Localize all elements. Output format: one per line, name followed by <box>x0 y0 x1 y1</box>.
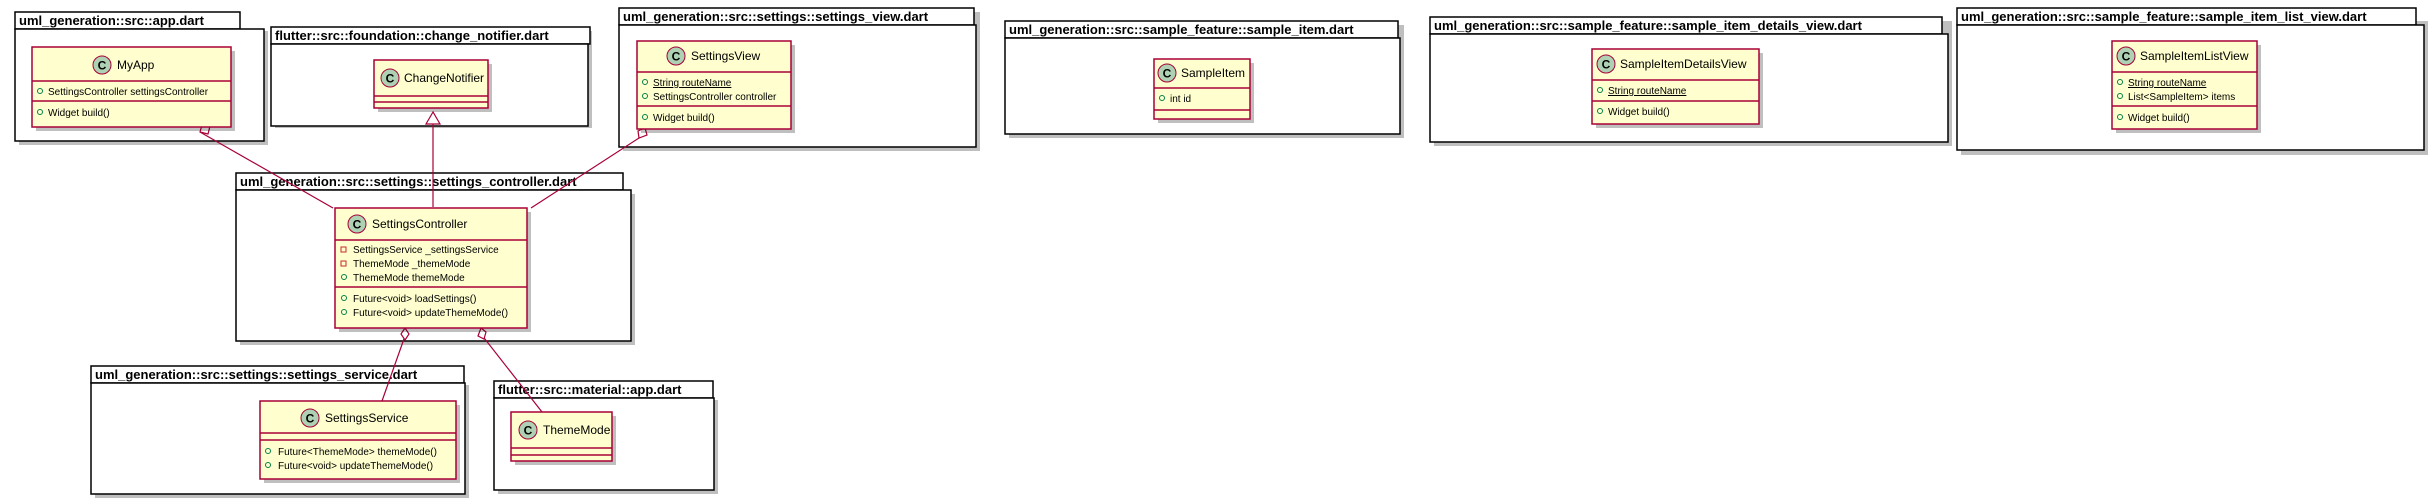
member-field: SettingsController controller <box>653 92 777 103</box>
member-method: Future<void> updateThemeMode() <box>353 308 508 319</box>
class-c-letter: C <box>1163 67 1172 81</box>
class-settingsservice[interactable]: C SettingsService Future<ThemeMode> them… <box>259 400 460 483</box>
member-field: ThemeMode themeMode <box>353 273 465 284</box>
member-field: int id <box>1170 94 1191 105</box>
package-label-sample-item-details-view: uml_generation::src::sample_feature::sam… <box>1434 18 1863 33</box>
member-method: Widget build() <box>2128 113 2190 124</box>
package-label-change-notifier: flutter::src::foundation::change_notifie… <box>275 28 549 43</box>
class-thememode[interactable]: C ThemeMode <box>510 411 616 465</box>
package-label-settings-controller: uml_generation::src::settings::settings_… <box>240 174 577 189</box>
uml-class-diagram: uml_generation::src::app.dart flutter::s… <box>14 7 2428 498</box>
class-sampleitemdetailsview[interactable]: C SampleItemDetailsView String routeName… <box>1591 48 1763 128</box>
class-name-myapp: MyApp <box>117 58 155 72</box>
class-c-letter: C <box>306 412 315 426</box>
class-c-letter: C <box>353 218 362 232</box>
package-label-sample-item-list-view: uml_generation::src::sample_feature::sam… <box>1961 9 2367 24</box>
package-label-sample-item: uml_generation::src::sample_feature::sam… <box>1009 22 1354 37</box>
member-method: Widget build() <box>48 108 110 119</box>
member-method: Widget build() <box>1608 107 1670 118</box>
class-c-letter: C <box>672 50 681 64</box>
class-name-sampleitem: SampleItem <box>1181 66 1245 80</box>
package-label-settings-view: uml_generation::src::settings::settings_… <box>623 9 929 24</box>
class-name-thememode: ThemeMode <box>543 423 611 437</box>
class-myapp[interactable]: C MyApp SettingsController settingsContr… <box>31 46 235 131</box>
class-settingscontroller[interactable]: C SettingsController SettingsService _se… <box>334 207 531 332</box>
class-name-sampleitemlistview: SampleItemListView <box>2140 49 2249 63</box>
class-name-settingsservice: SettingsService <box>325 411 409 425</box>
class-c-letter: C <box>1602 58 1611 72</box>
class-sampleitem[interactable]: C SampleItem int id <box>1153 58 1254 123</box>
member-field: SettingsController settingsController <box>48 87 209 98</box>
member-field-static: String routeName <box>653 78 732 89</box>
member-method: Future<ThemeMode> themeMode() <box>278 447 437 458</box>
member-field: ThemeMode _themeMode <box>353 259 471 270</box>
member-method: Future<void> loadSettings() <box>353 294 476 305</box>
class-name-changenotifier: ChangeNotifier <box>404 71 484 85</box>
member-method: Widget build() <box>653 113 715 124</box>
class-name-settingsview: SettingsView <box>691 49 760 63</box>
class-c-letter: C <box>524 424 533 438</box>
package-label-material-app: flutter::src::material::app.dart <box>498 382 682 397</box>
class-settingsview[interactable]: C SettingsView String routeName Settings… <box>636 40 795 133</box>
class-name-sampleitemdetailsview: SampleItemDetailsView <box>1620 57 1747 71</box>
package-label-settings-service: uml_generation::src::settings::settings_… <box>95 367 418 382</box>
member-field: List<SampleItem> items <box>2128 92 2235 103</box>
class-c-letter: C <box>386 72 395 86</box>
class-sampleitemlistview[interactable]: C SampleItemListView String routeName Li… <box>2111 40 2261 133</box>
class-changenotifier[interactable]: C ChangeNotifier <box>373 59 492 112</box>
member-field-static: String routeName <box>1608 86 1687 97</box>
class-name-settingscontroller: SettingsController <box>372 217 467 231</box>
member-field: SettingsService _settingsService <box>353 245 499 256</box>
class-c-letter: C <box>2122 50 2131 64</box>
member-method: Future<void> updateThemeMode() <box>278 461 433 472</box>
member-field-static: String routeName <box>2128 78 2207 89</box>
package-label-app: uml_generation::src::app.dart <box>19 13 205 28</box>
class-c-letter: C <box>98 59 107 73</box>
